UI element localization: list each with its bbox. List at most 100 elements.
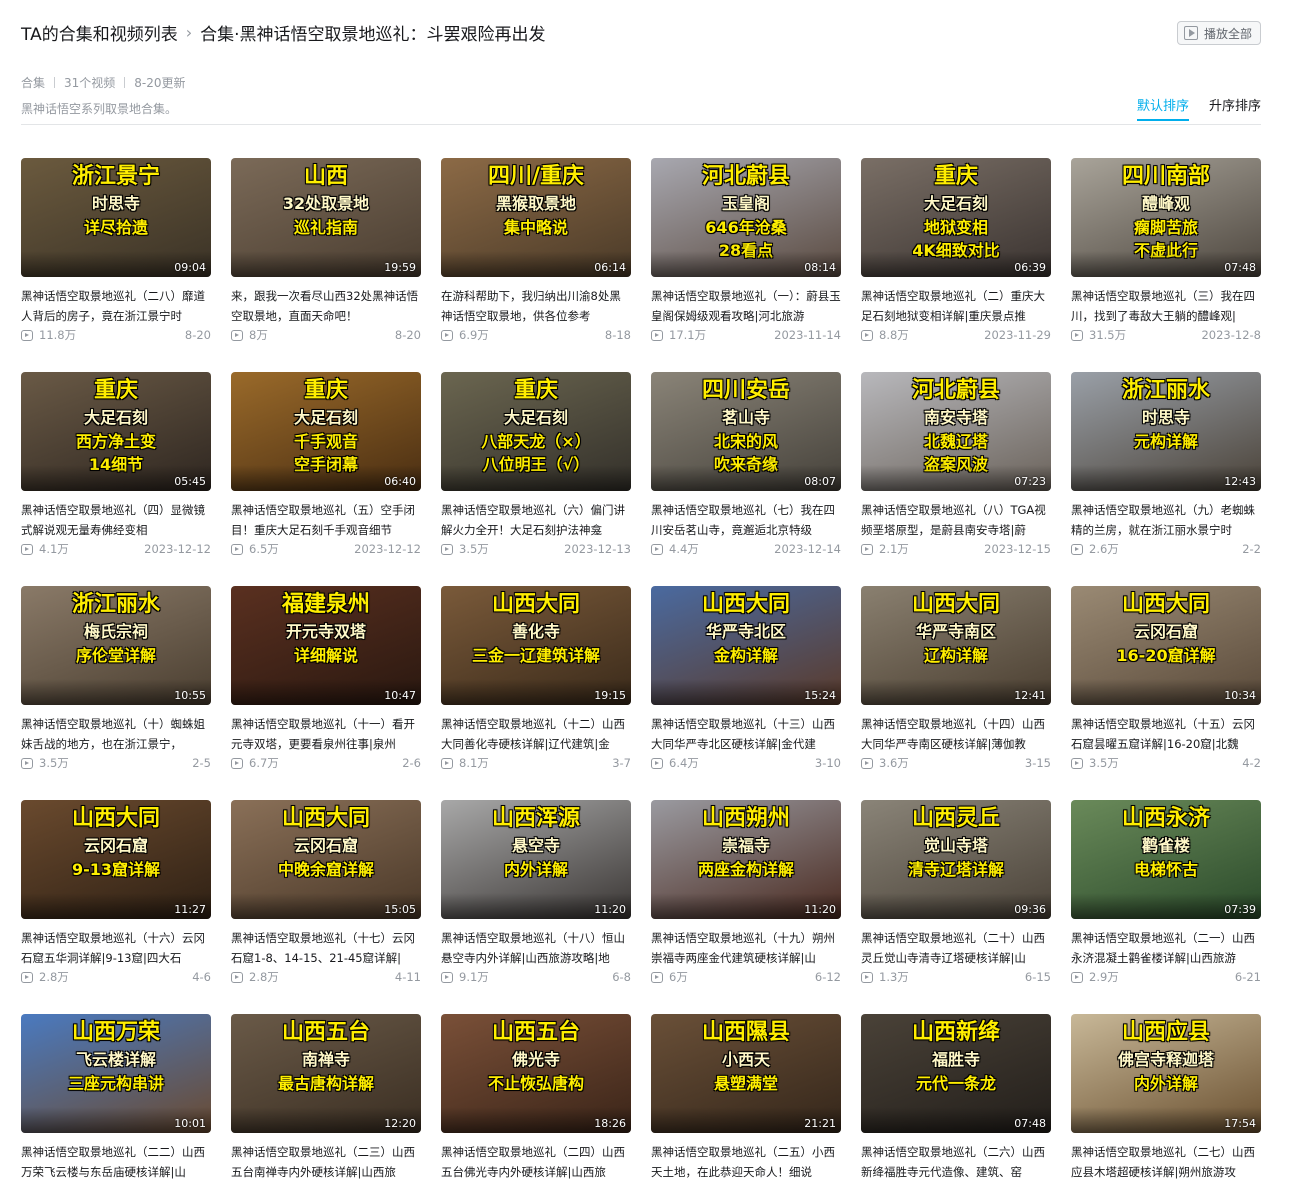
video-thumbnail[interactable]: 重庆大足石刻千手观音空手闭幕06:40 bbox=[231, 372, 421, 491]
publish-date: 2023-12-8 bbox=[1201, 328, 1261, 342]
video-thumbnail[interactable]: 山西新绛 福胜寺 元代一条龙 07:48 bbox=[861, 1014, 1051, 1133]
video-card[interactable]: 山西五台 南禅寺 最古唐构详解 12:20 黑神话悟空取景地巡礼（二三）山西五台南禅寺内… bbox=[231, 1014, 421, 1186]
video-thumbnail[interactable]: 浙江丽水 梅氏宗祠 序伦堂详解 10:55 bbox=[21, 586, 211, 705]
thumbnail-caption-line: 金构详解 bbox=[713, 645, 778, 665]
video-duration: 09:04 bbox=[174, 261, 206, 274]
play-count-icon bbox=[441, 757, 453, 769]
video-thumbnail[interactable]: 四川/重庆 黑猴取景地 集中略说 06:14 bbox=[441, 158, 631, 277]
video-card[interactable]: 山西浑源 悬空寺 内外详解 11:20 黑神话悟空取景地巡礼（十八）恒山悬空寺内外详解|… bbox=[441, 800, 631, 990]
video-card[interactable]: 浙江丽水 梅氏宗祠 序伦堂详解 10:55 黑神话悟空取景地巡礼（十）蜘蛛姐妹舌战的地方… bbox=[21, 586, 211, 776]
video-card[interactable]: 四川南部醴峰观瘸脚苦旅不虚此行07:48 黑神话悟空取景地巡礼（三）我在四川，找到… bbox=[1071, 158, 1261, 348]
video-card[interactable]: 山西 32处取景地 巡礼指南 19:59 来，跟我一次看尽山西32处黑神话悟空取景地，直… bbox=[231, 158, 421, 348]
video-title[interactable]: 黑神话悟空取景地巡礼（十八）恒山悬空寺内外详解|山西旅游攻略|地 bbox=[441, 928, 631, 968]
video-card[interactable]: 山西大同 云冈石窟 9-13窟详解 11:27 黑神话悟空取景地巡礼（十六）云冈石窟五华… bbox=[21, 800, 211, 990]
video-title[interactable]: 黑神话悟空取景地巡礼（二十）山西灵丘觉山寺清寺辽塔硬核详解|山 bbox=[861, 928, 1051, 968]
video-title[interactable]: 黑神话悟空取景地巡礼（十二）山西大同善化寺硬核详解|辽代建筑|金 bbox=[441, 714, 631, 754]
video-title[interactable]: 黑神话悟空取景地巡礼（十六）云冈石窟五华洞详解|9-13窟|四大石 bbox=[21, 928, 211, 968]
video-title[interactable]: 黑神话悟空取景地巡礼（七）我在四川安岳茗山寺，竟邂逅北京特级 bbox=[651, 500, 841, 540]
video-thumbnail[interactable]: 重庆大足石刻地狱变相4K细致对比06:39 bbox=[861, 158, 1051, 277]
video-card[interactable]: 山西隰县 小西天 悬塑满堂 21:21 黑神话悟空取景地巡礼（二五）小西天土地，在此恭迎… bbox=[651, 1014, 841, 1186]
sort-ascending-tab[interactable]: 升序排序 bbox=[1209, 95, 1261, 121]
video-title[interactable]: 黑神话悟空取景地巡礼（十四）山西大同华严寺南区硬核详解|薄伽教 bbox=[861, 714, 1051, 754]
video-title[interactable]: 黑神话悟空取景地巡礼（十三）山西大同华严寺北区硬核详解|金代建 bbox=[651, 714, 841, 754]
video-title[interactable]: 黑神话悟空取景地巡礼（二一）山西永济混凝土鹳雀楼详解|山西旅游 bbox=[1071, 928, 1261, 968]
video-thumbnail[interactable]: 河北蔚县玉皇阁646年沧桑28看点08:14 bbox=[651, 158, 841, 277]
video-title[interactable]: 黑神话悟空取景地巡礼（六）偏门讲解火力全开！大足石刻护法神龛 bbox=[441, 500, 631, 540]
video-card[interactable]: 福建泉州 开元寺双塔 详细解说 10:47 黑神话悟空取景地巡礼（十一）看开元寺双塔，更… bbox=[231, 586, 421, 776]
video-title[interactable]: 来，跟我一次看尽山西32处黑神话悟空取景地，直面天命吧！ bbox=[231, 286, 421, 326]
video-title[interactable]: 黑神话悟空取景地巡礼（二八）靡道人背后的房子，竟在浙江景宁时 bbox=[21, 286, 211, 326]
video-title[interactable]: 黑神话悟空取景地巡礼（十九）朔州崇福寺两座金代建筑硬核详解|山 bbox=[651, 928, 841, 968]
breadcrumb-parent-link[interactable]: TA的合集和视频列表 bbox=[21, 20, 178, 45]
video-card[interactable]: 重庆大足石刻千手观音空手闭幕06:40 黑神话悟空取景地巡礼（五）空手闭目！重庆大… bbox=[231, 372, 421, 562]
video-card[interactable]: 重庆大足石刻八部天龙（×）八位明王（√） 黑神话悟空取景地巡礼（六）偏门讲解火力全… bbox=[441, 372, 631, 562]
video-thumbnail[interactable]: 山西大同 华严寺南区 辽构详解 12:41 bbox=[861, 586, 1051, 705]
video-card[interactable]: 浙江丽水 时思寺 元构详解 12:43 黑神话悟空取景地巡礼（九）老蜘蛛精的兰房，就在浙… bbox=[1071, 372, 1261, 562]
video-card[interactable]: 重庆大足石刻地狱变相4K细致对比06:39 黑神话悟空取景地巡礼（二）重庆大足石刻… bbox=[861, 158, 1051, 348]
video-thumbnail[interactable]: 山西大同 云冈石窟 中晚余窟详解 15:05 bbox=[231, 800, 421, 919]
video-title[interactable]: 黑神话悟空取景地巡礼（二三）山西五台南禅寺内外硬核详解|山西旅 bbox=[231, 1142, 421, 1182]
video-thumbnail[interactable]: 山西 32处取景地 巡礼指南 19:59 bbox=[231, 158, 421, 277]
video-title[interactable]: 黑神话悟空取景地巡礼（八）TGA视频垩塔原型，是蔚县南安寺塔|蔚 bbox=[861, 500, 1051, 540]
video-card[interactable]: 山西大同 华严寺北区 金构详解 15:24 黑神话悟空取景地巡礼（十三）山西大同华严寺北… bbox=[651, 586, 841, 776]
video-thumbnail[interactable]: 四川安岳茗山寺北宋的风吹来奇缘08:07 bbox=[651, 372, 841, 491]
thumbnail-caption: 山西永济 鹳雀楼 电梯怀古 bbox=[1071, 806, 1261, 884]
video-title[interactable]: 黑神话悟空取景地巡礼（二五）小西天土地，在此恭迎天命人！细说 bbox=[651, 1142, 841, 1182]
video-thumbnail[interactable]: 山西永济 鹳雀楼 电梯怀古 07:39 bbox=[1071, 800, 1261, 919]
video-title[interactable]: 黑神话悟空取景地巡礼（九）老蜘蛛精的兰房，就在浙江丽水景宁时 bbox=[1071, 500, 1261, 540]
video-card[interactable]: 山西应县 佛宫寺释迦塔 内外详解 17:54 黑神话悟空取景地巡礼（二七）山西应县木塔超… bbox=[1071, 1014, 1261, 1186]
video-card[interactable]: 山西五台 佛光寺 不止恢弘唐构 18:26 黑神话悟空取景地巡礼（二四）山西五台佛光寺内… bbox=[441, 1014, 631, 1186]
video-title[interactable]: 黑神话悟空取景地巡礼（一）：蔚县玉皇阁保姆级观看攻略|河北旅游 bbox=[651, 286, 841, 326]
play-all-button[interactable]: 播放全部 bbox=[1176, 21, 1261, 45]
video-thumbnail[interactable]: 山西五台 佛光寺 不止恢弘唐构 18:26 bbox=[441, 1014, 631, 1133]
video-thumbnail[interactable]: 山西浑源 悬空寺 内外详解 11:20 bbox=[441, 800, 631, 919]
video-title[interactable]: 黑神话悟空取景地巡礼（四）显微镜式解说观无量寿佛经变相 bbox=[21, 500, 211, 540]
video-thumbnail[interactable]: 山西应县 佛宫寺释迦塔 内外详解 17:54 bbox=[1071, 1014, 1261, 1133]
video-card[interactable]: 山西万荣 飞云楼详解 三座元构串讲 10:01 黑神话悟空取景地巡礼（二二）山西万荣飞云… bbox=[21, 1014, 211, 1186]
video-thumbnail[interactable]: 山西朔州 崇福寺 两座金构详解 11:20 bbox=[651, 800, 841, 919]
video-title[interactable]: 黑神话悟空取景地巡礼（二二）山西万荣飞云楼与东岳庙硬核详解|山 bbox=[21, 1142, 211, 1182]
video-title[interactable]: 黑神话悟空取景地巡礼（十一）看开元寺双塔，更要看泉州往事|泉州 bbox=[231, 714, 421, 754]
video-thumbnail[interactable]: 重庆大足石刻西方净土变14细节05:45 bbox=[21, 372, 211, 491]
video-card[interactable]: 山西大同 云冈石窟 中晚余窟详解 15:05 黑神话悟空取景地巡礼（十七）云冈石窟1-8… bbox=[231, 800, 421, 990]
video-card[interactable]: 四川安岳茗山寺北宋的风吹来奇缘08:07 黑神话悟空取景地巡礼（七）我在四川安岳茗… bbox=[651, 372, 841, 562]
video-title[interactable]: 黑神话悟空取景地巡礼（五）空手闭目！重庆大足石刻千手观音细节 bbox=[231, 500, 421, 540]
video-card[interactable]: 重庆大足石刻西方净土变14细节05:45 黑神话悟空取景地巡礼（四）显微镜式解说观… bbox=[21, 372, 211, 562]
video-title[interactable]: 黑神话悟空取景地巡礼（二七）山西应县木塔超硬核详解|朔州旅游攻 bbox=[1071, 1142, 1261, 1182]
video-thumbnail[interactable]: 山西万荣 飞云楼详解 三座元构串讲 10:01 bbox=[21, 1014, 211, 1133]
video-thumbnail[interactable]: 山西大同 善化寺 三金一辽建筑详解 19:15 bbox=[441, 586, 631, 705]
video-thumbnail[interactable]: 山西灵丘 觉山寺塔 清寺辽塔详解 09:36 bbox=[861, 800, 1051, 919]
video-card[interactable]: 河北蔚县南安寺塔北魏辽塔盗案风波07:23 黑神话悟空取景地巡礼（八）TGA视频垩… bbox=[861, 372, 1051, 562]
video-title[interactable]: 黑神话悟空取景地巡礼（二四）山西五台佛光寺内外硬核详解|山西旅 bbox=[441, 1142, 631, 1182]
video-card[interactable]: 山西大同 云冈石窟 16-20窟详解 10:34 黑神话悟空取景地巡礼（十五）云冈石窟昙… bbox=[1071, 586, 1261, 776]
video-card[interactable]: 山西灵丘 觉山寺塔 清寺辽塔详解 09:36 黑神话悟空取景地巡礼（二十）山西灵丘觉山寺… bbox=[861, 800, 1051, 990]
video-card[interactable]: 河北蔚县玉皇阁646年沧桑28看点08:14 黑神话悟空取景地巡礼（一）：蔚县玉皇… bbox=[651, 158, 841, 348]
video-thumbnail[interactable]: 山西隰县 小西天 悬塑满堂 21:21 bbox=[651, 1014, 841, 1133]
video-thumbnail[interactable]: 重庆大足石刻八部天龙（×）八位明王（√） bbox=[441, 372, 631, 491]
video-card[interactable]: 山西朔州 崇福寺 两座金构详解 11:20 黑神话悟空取景地巡礼（十九）朔州崇福寺两座金… bbox=[651, 800, 841, 990]
video-thumbnail[interactable]: 山西大同 华严寺北区 金构详解 15:24 bbox=[651, 586, 841, 705]
video-title[interactable]: 黑神话悟空取景地巡礼（十五）云冈石窟昙曜五窟详解|16-20窟|北魏 bbox=[1071, 714, 1261, 754]
video-card[interactable]: 山西新绛 福胜寺 元代一条龙 07:48 黑神话悟空取景地巡礼（二六）山西新绛福胜寺元代… bbox=[861, 1014, 1051, 1186]
video-thumbnail[interactable]: 福建泉州 开元寺双塔 详细解说 10:47 bbox=[231, 586, 421, 705]
video-title[interactable]: 黑神话悟空取景地巡礼（十）蜘蛛姐妹舌战的地方，也在浙江景宁， bbox=[21, 714, 211, 754]
video-title[interactable]: 在游科帮助下，我归纳出川渝8处黑神话悟空取景地，供各位参考 bbox=[441, 286, 631, 326]
video-card[interactable]: 山西大同 华严寺南区 辽构详解 12:41 黑神话悟空取景地巡礼（十四）山西大同华严寺南… bbox=[861, 586, 1051, 776]
video-card[interactable]: 山西大同 善化寺 三金一辽建筑详解 19:15 黑神话悟空取景地巡礼（十二）山西大同善化… bbox=[441, 586, 631, 776]
video-thumbnail[interactable]: 浙江丽水 时思寺 元构详解 12:43 bbox=[1071, 372, 1261, 491]
video-title[interactable]: 黑神话悟空取景地巡礼（十七）云冈石窟1-8、14-15、21-45窟详解| bbox=[231, 928, 421, 968]
video-card[interactable]: 山西永济 鹳雀楼 电梯怀古 07:39 黑神话悟空取景地巡礼（二一）山西永济混凝土鹳雀楼… bbox=[1071, 800, 1261, 990]
video-title[interactable]: 黑神话悟空取景地巡礼（二）重庆大足石刻地狱变相详解|重庆景点推 bbox=[861, 286, 1051, 326]
video-title[interactable]: 黑神话悟空取景地巡礼（三）我在四川，找到了毒敌大王躺的醴峰观| bbox=[1071, 286, 1261, 326]
video-title[interactable]: 黑神话悟空取景地巡礼（二六）山西新绛福胜寺元代造像、建筑、窑 bbox=[861, 1142, 1051, 1182]
video-card[interactable]: 四川/重庆 黑猴取景地 集中略说 06:14 在游科帮助下，我归纳出川渝8处黑神话悟空取… bbox=[441, 158, 631, 348]
video-thumbnail[interactable]: 山西大同 云冈石窟 9-13窟详解 11:27 bbox=[21, 800, 211, 919]
video-thumbnail[interactable]: 浙江景宁 时思寺 详尽拾遗 09:04 bbox=[21, 158, 211, 277]
sort-default-tab[interactable]: 默认排序 bbox=[1136, 95, 1189, 121]
video-thumbnail[interactable]: 山西大同 云冈石窟 16-20窟详解 10:34 bbox=[1071, 586, 1261, 705]
video-card[interactable]: 浙江景宁 时思寺 详尽拾遗 09:04 黑神话悟空取景地巡礼（二八）靡道人背后的房子，竟… bbox=[21, 158, 211, 348]
thumbnail-caption-line: 最古唐构详解 bbox=[277, 1073, 374, 1093]
video-thumbnail[interactable]: 河北蔚县南安寺塔北魏辽塔盗案风波07:23 bbox=[861, 372, 1051, 491]
video-thumbnail[interactable]: 四川南部醴峰观瘸脚苦旅不虚此行07:48 bbox=[1071, 158, 1261, 277]
video-thumbnail[interactable]: 山西五台 南禅寺 最古唐构详解 12:20 bbox=[231, 1014, 421, 1133]
